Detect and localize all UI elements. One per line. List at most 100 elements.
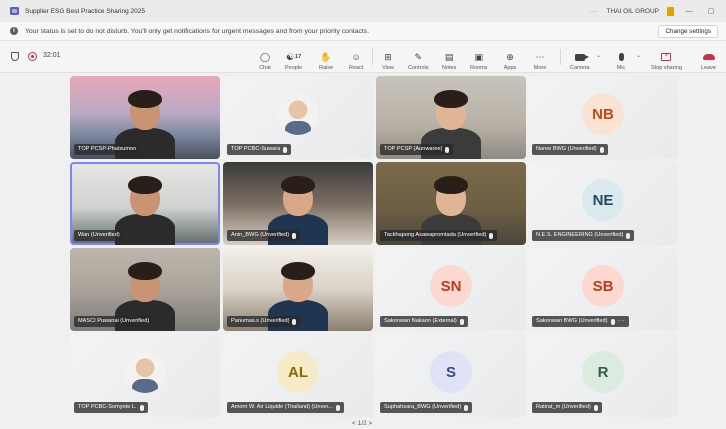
more-icon: ⋯: [535, 51, 545, 62]
apps-icon: ⊕: [506, 51, 514, 62]
people-icon: ☯ 17: [285, 51, 302, 62]
teams-icon: [10, 7, 19, 15]
mic-muted-icon: [335, 404, 340, 411]
react-button[interactable]: ☺ React: [349, 44, 363, 71]
restore-button[interactable]: ▢: [704, 7, 718, 15]
stop-sharing-button[interactable]: × Stop sharing: [651, 44, 682, 71]
more-button[interactable]: ⋯ More: [533, 44, 547, 72]
participant-tile[interactable]: AL Amorn W. Air Liquide (Thailand) (Unver…: [223, 334, 373, 417]
page-indicator[interactable]: < 1/2 >: [352, 420, 372, 427]
notes-button[interactable]: ▤ Notes: [442, 44, 456, 72]
avatar-initials: S: [430, 351, 472, 393]
participant-tile[interactable]: SN Sakonwan Nakaon (External): [376, 248, 526, 331]
raise-hand-button[interactable]: ✋ Raise: [319, 44, 333, 72]
participant-tile[interactable]: Anin_BWG (Unverified): [223, 162, 373, 245]
controls-button[interactable]: ✎ Controls: [408, 44, 428, 72]
participant-name-tag: MASCI Puwanai (Unverified): [74, 316, 154, 327]
participant-tile[interactable]: MASCI Puwanai (Unverified): [70, 248, 220, 331]
people-button[interactable]: ☯ 17 People: [285, 44, 302, 72]
participant-name-tag: Sakonwan Nakaon (External): [380, 316, 468, 327]
avatar-initials: AL: [277, 351, 319, 393]
participant-tile[interactable]: TOP PCBC-Suwara: [223, 76, 373, 159]
participant-tile[interactable]: Tackhapong Asawapromtada (Unverified): [376, 162, 526, 245]
participant-tile[interactable]: SB Sakonwan BWG (Unverified) ···: [528, 248, 678, 331]
avatar-initials: R: [582, 351, 624, 393]
meeting-controls-bar: 32:01 ◯ Chat ☯ 17 People ✋ Raise ☺ React …: [0, 41, 726, 73]
rooms-button[interactable]: ▣ Rooms: [470, 44, 487, 72]
participant-name-tag: TOP PCSP (Aunwaree): [380, 144, 454, 155]
notes-icon: ▤: [444, 51, 454, 62]
participant-name: Sakonwan Nakaon (External): [384, 318, 457, 324]
participant-name: Tackhapong Asawapromtada (Unverified): [384, 232, 487, 238]
rooms-icon: ▣: [474, 51, 483, 62]
participant-name: Amorn W. Air Liquide (Thailand) (Unver..…: [231, 404, 333, 410]
mic-muted-icon: [292, 318, 297, 325]
participant-name: TOP PCSP (Aunwaree): [384, 146, 443, 152]
participant-tile[interactable]: R Ratirat_m (Unverified): [528, 334, 678, 417]
view-button[interactable]: ⊞ View: [381, 44, 395, 72]
participant-name: Wan (Unverified): [78, 232, 120, 238]
leave-button[interactable]: Leave: [701, 44, 716, 71]
participant-tile[interactable]: TOP PCSP (Aunwaree): [376, 76, 526, 159]
mic-muted-icon: [292, 232, 297, 239]
participant-name-tag: Sakonwan BWG (Unverified) ···: [532, 316, 630, 327]
avatar-initials: NE: [582, 179, 624, 221]
participant-name-tag: TOP PCBC-Suwara: [227, 144, 292, 155]
mic-muted-icon: [610, 318, 615, 325]
participant-name: Ratirat_m (Unverified): [536, 404, 591, 410]
mic-muted-icon: [283, 146, 288, 153]
participant-name-tag: Amorn W. Air Liquide (Thailand) (Unver..…: [227, 402, 344, 413]
participant-name-tag: TOP PCSP-Phatsumon: [74, 144, 141, 155]
mic-muted-icon: [139, 404, 144, 411]
participant-name: Sakonwan BWG (Unverified): [536, 318, 608, 324]
avatar-initials: SN: [430, 265, 472, 307]
smiley-icon: ☺: [351, 52, 361, 62]
mic-icon: [614, 51, 628, 63]
participant-name-tag: Anin_BWG (Unverified): [227, 230, 301, 241]
participant-name-tag: Ratirat_m (Unverified): [532, 402, 602, 413]
profile-icon[interactable]: [667, 6, 674, 16]
participant-name: Anin_BWG (Unverified): [231, 232, 290, 238]
participant-name-tag: Naree BWG (Unverified): [532, 144, 608, 155]
mic-muted-icon: [489, 232, 494, 239]
participant-tile[interactable]: TOP PCBC-Somyote L.: [70, 334, 220, 417]
participant-tile[interactable]: S Suphahsara_BWG (Unverified): [376, 334, 526, 417]
mic-options-chevron-icon[interactable]: ⌄: [636, 52, 641, 59]
participant-tile[interactable]: Wan (Unverified): [70, 162, 220, 245]
apps-button[interactable]: ⊕ Apps: [503, 44, 517, 72]
participant-tile[interactable]: Panumas.s (Unverified): [223, 248, 373, 331]
camera-button[interactable]: Camera: [570, 44, 590, 71]
phone-hangup-icon: [702, 51, 716, 63]
more-options-icon[interactable]: ···: [618, 316, 626, 327]
participant-name: Panumas.s (Unverified): [231, 318, 290, 324]
status-notification-bar: i Your status is set to do not disturb. …: [0, 22, 726, 41]
camera-options-chevron-icon[interactable]: ⌄: [596, 52, 601, 59]
participant-name: Suphahsara_BWG (Unverified): [384, 404, 462, 410]
meeting-timer: 32:01: [43, 52, 61, 59]
people-count: 17: [295, 54, 302, 60]
participant-name: TOP PCBC-Suwara: [231, 146, 281, 152]
participant-name: TOP PCSP-Phatsumon: [78, 146, 137, 152]
hand-icon: ✋: [320, 51, 332, 62]
participant-name-tag: N.E.S. ENGINEERING (Unverified): [532, 230, 635, 241]
chat-button[interactable]: ◯ Chat: [258, 44, 272, 72]
participant-tile[interactable]: NE N.E.S. ENGINEERING (Unverified): [528, 162, 678, 245]
participant-tile[interactable]: TOP PCSP-Phatsumon: [70, 76, 220, 159]
window-title: Supplier ESG Best Practice Sharing 2025: [25, 7, 145, 15]
mic-button[interactable]: Mic: [614, 44, 628, 71]
avatar-initials: SB: [582, 265, 624, 307]
participant-tile[interactable]: NB Naree BWG (Unverified): [528, 76, 678, 159]
camera-icon: [573, 51, 589, 63]
minimize-button[interactable]: —: [682, 8, 696, 15]
mic-muted-icon: [626, 232, 631, 239]
mic-muted-icon: [599, 146, 604, 153]
more-options-button[interactable]: ···: [589, 8, 599, 15]
chat-icon: ◯: [259, 51, 271, 62]
mic-muted-icon: [593, 404, 598, 411]
shield-icon[interactable]: [11, 52, 19, 61]
participant-name-tag: Panumas.s (Unverified): [227, 316, 301, 327]
change-settings-button[interactable]: Change settings: [658, 25, 718, 38]
avatar: [277, 93, 319, 135]
avatar-initials: NB: [582, 93, 624, 135]
participant-name-tag: Suphahsara_BWG (Unverified): [380, 402, 473, 413]
